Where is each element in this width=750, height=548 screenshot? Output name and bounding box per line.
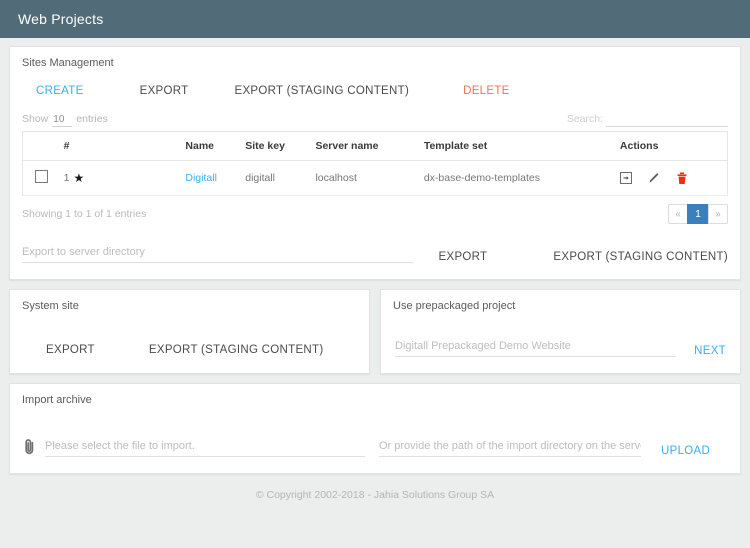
footer-copyright: © Copyright 2002-2018 - Jahia Solutions … (255, 489, 495, 501)
site-name-link[interactable]: Digitall (185, 172, 217, 184)
export-button[interactable]: EXPORT (140, 85, 189, 97)
import-archive-body: UPLOAD (10, 406, 740, 473)
row-select-cell (22, 160, 58, 196)
show-label: Show (22, 113, 49, 125)
export-directory-button[interactable]: EXPORT (439, 251, 488, 263)
pagination-next[interactable]: » (708, 204, 728, 224)
sites-management-title: Sites Management (22, 57, 114, 69)
datatable-footer: Showing 1 to 1 of 1 entries « 1 » (10, 196, 740, 230)
system-site-actions: EXPORT EXPORT (STAGING CONTENT) (10, 312, 369, 372)
upload-button[interactable]: UPLOAD (661, 445, 710, 457)
import-archive-card: Import archive UPLOAD (9, 383, 741, 474)
column-header-site-key[interactable]: Site key (239, 131, 310, 161)
datatable-controls: Show 10 entries Search: (10, 109, 740, 131)
entries-per-page-select[interactable]: 10 (52, 114, 73, 127)
create-button[interactable]: CREATE (36, 85, 84, 97)
edit-icon[interactable] (648, 172, 660, 184)
system-site-card: System site EXPORT EXPORT (STAGING CONTE… (9, 289, 370, 374)
search-control: Search: (567, 113, 728, 127)
row-index: 1 (63, 172, 70, 184)
delete-icon[interactable] (676, 172, 688, 185)
sites-table: # Name Site key Server name Template set… (22, 131, 728, 196)
table-header-row: # Name Site key Server name Template set… (22, 131, 728, 161)
table-row: 1 ★ Digitall digitall localhost dx-base-… (22, 160, 728, 196)
row-checkbox[interactable] (35, 170, 48, 183)
export-directory-staging-button[interactable]: EXPORT (STAGING CONTENT) (553, 251, 728, 263)
page-content: Sites Management CREATE EXPORT EXPORT (S… (0, 38, 750, 509)
import-server-path-input[interactable] (379, 438, 641, 457)
delete-button[interactable]: DELETE (463, 85, 510, 97)
search-label: Search: (566, 113, 603, 125)
sites-management-card: Sites Management CREATE EXPORT EXPORT (S… (9, 46, 741, 280)
row-index-cell: 1 ★ (57, 160, 180, 196)
sites-table-head: # Name Site key Server name Template set… (22, 131, 728, 161)
export-directory-input[interactable] (22, 244, 413, 263)
system-site-export-button[interactable]: EXPORT (46, 344, 95, 356)
secondary-cards-row: System site EXPORT EXPORT (STAGING CONTE… (9, 289, 741, 383)
import-file-input[interactable] (45, 438, 365, 457)
column-header-index[interactable]: # (57, 131, 180, 161)
app-header-bar: Web Projects (0, 0, 750, 38)
row-name-cell: Digitall (179, 160, 240, 196)
prepackaged-project-select[interactable] (395, 338, 677, 357)
system-site-export-staging-button[interactable]: EXPORT (STAGING CONTENT) (149, 344, 324, 356)
system-site-title: System site (22, 300, 79, 312)
export-site-icon[interactable] (619, 172, 632, 184)
column-header-server-name[interactable]: Server name (309, 131, 418, 161)
sites-table-wrapper: # Name Site key Server name Template set… (10, 131, 740, 196)
export-staging-content-button[interactable]: EXPORT (STAGING CONTENT) (234, 85, 409, 97)
pagination: « 1 » (668, 204, 728, 224)
column-header-actions: Actions (613, 131, 728, 161)
entries-label: entries (76, 113, 108, 125)
prepackaged-next-button[interactable]: NEXT (694, 345, 726, 357)
export-directory-row: EXPORT EXPORT (STAGING CONTENT) (10, 230, 740, 279)
datatable-info: Showing 1 to 1 of 1 entries (22, 208, 147, 220)
prepackaged-project-title: Use prepackaged project (393, 300, 516, 312)
import-archive-title: Import archive (22, 394, 92, 406)
pagination-previous[interactable]: « (668, 204, 688, 224)
column-header-name[interactable]: Name (179, 131, 240, 161)
prepackaged-project-body: NEXT (381, 312, 740, 373)
star-icon: ★ (73, 171, 85, 185)
row-actions-cell (613, 160, 728, 196)
row-site-key: digitall (239, 160, 310, 196)
row-server-name: localhost (309, 160, 418, 196)
search-input[interactable] (606, 113, 728, 127)
column-header-select (22, 131, 58, 161)
prepackaged-project-card: Use prepackaged project NEXT (380, 289, 741, 374)
attachment-icon[interactable] (24, 438, 35, 455)
sites-action-toolbar: CREATE EXPORT EXPORT (STAGING CONTENT) D… (10, 69, 740, 109)
column-header-template-set[interactable]: Template set (417, 131, 614, 161)
entries-length-control: Show 10 entries (22, 113, 108, 127)
pagination-page-1[interactable]: 1 (687, 204, 709, 224)
row-template-set: dx-base-demo-templates (417, 160, 614, 196)
page-title: Web Projects (18, 11, 104, 27)
sites-table-body: 1 ★ Digitall digitall localhost dx-base-… (22, 160, 728, 196)
